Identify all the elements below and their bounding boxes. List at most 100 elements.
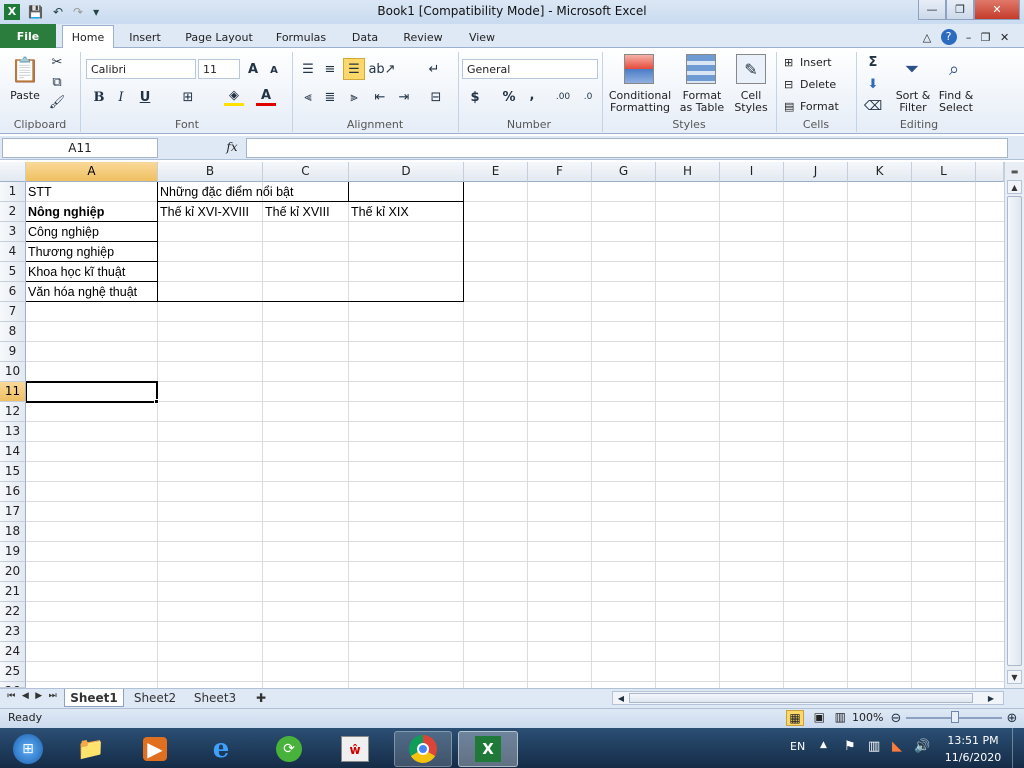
clock-date[interactable]: 11/6/2020 <box>940 751 1006 764</box>
help-icon[interactable]: ? <box>940 29 957 45</box>
find-select-button[interactable]: Find & Select <box>934 90 978 114</box>
fill-icon[interactable]: ⬇ <box>864 76 882 92</box>
tab-insert[interactable]: Insert <box>120 26 170 48</box>
column-header-h[interactable]: H <box>656 162 720 182</box>
split-box-icon[interactable]: ▬ <box>1007 164 1022 178</box>
bold-button[interactable]: B <box>90 88 108 106</box>
format-cells-button[interactable]: ▤ Format <box>784 98 854 114</box>
prev-sheet-icon[interactable]: ◀ <box>22 691 29 705</box>
align-center-icon[interactable]: ≣ <box>320 88 340 106</box>
tab-formulas[interactable]: Formulas <box>268 26 334 48</box>
insert-cells-button[interactable]: ⊞ Insert <box>784 54 854 70</box>
cut-icon[interactable]: ✂ <box>48 54 66 70</box>
row-header[interactable]: 22 <box>0 602 26 622</box>
maximize-button[interactable]: ❐ <box>946 0 974 20</box>
underline-button[interactable]: U <box>136 88 154 106</box>
row-header[interactable]: 12 <box>0 402 26 422</box>
wrap-text-icon[interactable]: ↵ <box>424 60 444 78</box>
doc-minimize-icon[interactable]: – <box>966 31 972 44</box>
row-header[interactable]: 1 <box>0 182 26 202</box>
row-header[interactable]: 6 <box>0 282 26 302</box>
h-scroll-thumb[interactable] <box>629 693 973 703</box>
font-size-combo[interactable]: 11 <box>198 59 240 79</box>
show-desktop-button[interactable] <box>1012 728 1024 768</box>
row-header[interactable]: 18 <box>0 522 26 542</box>
grow-font-button[interactable]: A <box>244 60 262 78</box>
page-layout-view-icon[interactable]: ▣ <box>814 710 825 726</box>
increase-indent-icon[interactable]: ⇥ <box>394 88 414 106</box>
align-bottom-icon[interactable]: ☰ <box>343 58 365 80</box>
column-header-l[interactable]: L <box>912 162 976 182</box>
row-header[interactable]: 7 <box>0 302 26 322</box>
insert-sheet-icon[interactable]: ✚ <box>248 689 274 707</box>
sheet-tab-sheet2[interactable]: Sheet2 <box>126 689 184 707</box>
sort-filter-button[interactable]: Sort & Filter <box>892 90 934 114</box>
merge-center-icon[interactable]: ⊟ <box>424 88 448 106</box>
flag-icon[interactable]: ⚑ <box>844 739 856 754</box>
row-header[interactable]: 4 <box>0 242 26 262</box>
sheet-tab-sheet3[interactable]: Sheet3 <box>186 689 244 707</box>
row-header[interactable]: 11 <box>0 382 26 402</box>
orientation-icon[interactable]: ab↗ <box>368 60 395 78</box>
tray-expand-icon[interactable]: ▲ <box>820 740 827 750</box>
cell-a6[interactable]: Văn hóa nghệ thuật <box>26 282 137 302</box>
row-header[interactable]: 20 <box>0 562 26 582</box>
name-box[interactable]: A11 <box>2 138 158 158</box>
tab-file[interactable]: File <box>0 24 56 48</box>
column-header-a[interactable]: A <box>26 162 158 182</box>
zoom-level[interactable]: 100% <box>852 711 883 724</box>
column-header-i[interactable]: I <box>720 162 784 182</box>
column-header-e[interactable]: E <box>464 162 528 182</box>
column-header-b[interactable]: B <box>158 162 263 182</box>
borders-icon[interactable]: ⊞ <box>178 88 198 106</box>
excel-taskbar-icon[interactable]: X <box>458 731 518 767</box>
font-name-combo[interactable]: Calibri <box>86 59 196 79</box>
align-middle-icon[interactable]: ≡ <box>320 60 340 78</box>
number-format-combo[interactable]: General <box>462 59 598 79</box>
column-header-f[interactable]: F <box>528 162 592 182</box>
network-icon[interactable]: ▥ <box>868 739 880 754</box>
row-header[interactable]: 8 <box>0 322 26 342</box>
ie-taskbar-icon[interactable]: e <box>194 731 248 767</box>
cell-d2[interactable]: Thế kỉ XIX <box>349 202 409 222</box>
font-color-button[interactable]: A <box>256 88 276 106</box>
row-header[interactable]: 13 <box>0 422 26 442</box>
normal-view-icon[interactable]: ▦ <box>786 710 804 726</box>
delete-cells-button[interactable]: ⊟ Delete <box>784 76 854 92</box>
copy-icon[interactable]: ⧉ <box>48 74 66 90</box>
comma-style-button[interactable]: , <box>526 86 538 104</box>
tab-page-layout[interactable]: Page Layout <box>180 26 258 48</box>
scroll-thumb[interactable] <box>1007 196 1022 666</box>
scroll-left-icon[interactable]: ◀ <box>615 692 627 704</box>
tab-data[interactable]: Data <box>342 26 388 48</box>
row-header[interactable]: 3 <box>0 222 26 242</box>
tab-home[interactable]: Home <box>62 25 114 49</box>
insert-function-button[interactable]: fx <box>222 140 242 156</box>
cell-b1[interactable]: Những đặc điểm nổi bật <box>158 182 293 202</box>
zoom-in-icon[interactable]: ⊕ <box>1004 710 1020 726</box>
cell-styles-button[interactable]: Cell Styles <box>730 90 772 114</box>
format-painter-icon[interactable]: 🖌 <box>48 94 66 110</box>
conditional-formatting-button[interactable]: Conditional Formatting <box>606 90 674 114</box>
sheet-tab-sheet1[interactable]: Sheet1 <box>64 689 124 707</box>
row-header[interactable]: 25 <box>0 662 26 682</box>
cell-a1[interactable]: STT <box>26 182 52 202</box>
doc-close-icon[interactable]: ✕ <box>1000 31 1009 44</box>
explorer-taskbar-icon[interactable]: 📁 <box>64 731 118 767</box>
app-taskbar-icon[interactable]: ⟳ <box>262 731 316 767</box>
media-player-taskbar-icon[interactable]: ▶ <box>128 731 182 767</box>
shrink-font-button[interactable]: A <box>266 62 282 78</box>
chrome-taskbar-icon[interactable] <box>394 731 452 767</box>
clear-icon[interactable]: ⌫ <box>864 98 882 114</box>
paste-button[interactable]: Paste <box>6 90 44 102</box>
row-header[interactable]: 24 <box>0 642 26 662</box>
row-header[interactable]: 21 <box>0 582 26 602</box>
row-header[interactable]: 17 <box>0 502 26 522</box>
column-header-g[interactable]: G <box>592 162 656 182</box>
align-top-icon[interactable]: ☰ <box>298 60 318 78</box>
row-header[interactable]: 9 <box>0 342 26 362</box>
row-header[interactable]: 10 <box>0 362 26 382</box>
column-header-k[interactable]: K <box>848 162 912 182</box>
clock-time[interactable]: 13:51 PM <box>940 734 1006 747</box>
format-as-table-button[interactable]: Format as Table <box>676 90 728 114</box>
